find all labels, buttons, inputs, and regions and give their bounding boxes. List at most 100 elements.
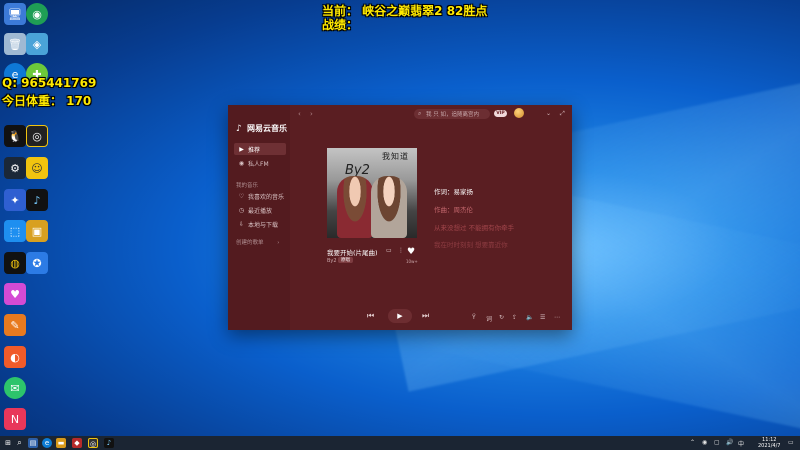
- more-options-icon[interactable]: ⋯: [554, 314, 560, 321]
- record-text: 战绩：: [322, 18, 359, 32]
- app-icon[interactable]: ✪: [26, 252, 48, 274]
- album-photo-figure: [337, 176, 373, 238]
- nav-label: 本地与下载: [248, 221, 279, 229]
- minimize-icon[interactable]: ⌄: [546, 110, 551, 117]
- app-logo: ♪ 网易云音乐: [236, 123, 287, 134]
- vip-badge[interactable]: VIP: [494, 110, 507, 117]
- desktop-icons: 🖥 ◉ 🗑 ◈ e ✚ 🐧 ◎ ⚙ ☺ ✦ ♪ ⬚ ▣ ◍ ✪ ♥ ✎ ◐ ✉ …: [0, 0, 52, 436]
- file-explorer-icon[interactable]: ▬: [56, 438, 66, 448]
- nav-fm[interactable]: ◉ 私人FM: [234, 157, 286, 169]
- my-music-heading: 我的音乐: [236, 183, 259, 189]
- avatar[interactable]: [514, 108, 524, 118]
- clock[interactable]: 11:12 2021/4/7: [758, 437, 780, 449]
- search-icon[interactable]: ⌕: [14, 438, 25, 448]
- nav-download[interactable]: ⇩ 本地与下载: [234, 218, 286, 230]
- app-icon[interactable]: ✎: [4, 314, 26, 336]
- playback-controls: ⏮ ▶ ⏭ Ϋ 词 ↻ ⇪ 🔈 ☰ ⋯: [290, 307, 572, 327]
- qq-number-text: Q: 965441769: [2, 76, 97, 90]
- volume-icon[interactable]: 🔈: [526, 314, 533, 321]
- more-icon[interactable]: ⋮: [398, 247, 404, 254]
- share-icon[interactable]: ⇪: [512, 314, 517, 321]
- album-title: 我知道: [382, 152, 409, 161]
- lyric-line: 从来没想过 不能拥有你牵手: [434, 224, 515, 232]
- repeat-icon[interactable]: ↻: [499, 314, 504, 321]
- nav-recent[interactable]: ◷ 最近播放: [234, 204, 286, 216]
- app-icon[interactable]: ♪: [26, 189, 48, 211]
- nav-label: 推荐: [248, 146, 261, 154]
- app-icon[interactable]: ◆: [72, 438, 82, 448]
- app-icon[interactable]: ◐: [4, 346, 26, 368]
- app-icon[interactable]: ☺: [26, 157, 48, 179]
- app-icon[interactable]: ⬚: [4, 220, 26, 242]
- song-tag: 原唱: [338, 257, 353, 263]
- lyric-line: 作曲：周杰伦: [434, 206, 473, 214]
- chevron-right-icon: ›: [277, 240, 280, 246]
- app-icon[interactable]: ◎: [88, 438, 98, 448]
- volume-icon[interactable]: 🔊: [726, 439, 733, 446]
- playlist-icon[interactable]: ☰: [540, 314, 545, 321]
- search-input[interactable]: ⌕ 我 只 如，追随离宫内: [414, 109, 490, 119]
- like-heart-icon[interactable]: ♥: [407, 247, 415, 257]
- chat-icon[interactable]: ✉: [4, 377, 26, 399]
- search-placeholder: 我 只 如，追随离宫内: [426, 112, 479, 118]
- sidebar: ♪ 网易云音乐 ▶ 推荐 ◉ 私人FM 我的音乐 ♡ 我喜欢的音乐 ◷ 最近播放…: [228, 105, 290, 330]
- clock-icon: ◷: [238, 206, 245, 214]
- app-icon[interactable]: ◍: [4, 252, 26, 274]
- nav-label: 最近播放: [248, 207, 273, 215]
- lyric-line: 作词：易家扬: [434, 188, 473, 196]
- computer-icon[interactable]: 🖥: [4, 3, 26, 25]
- tray-chevron-icon[interactable]: ⌃: [690, 439, 695, 446]
- app-icon[interactable]: ▣: [26, 220, 48, 242]
- fullscreen-icon[interactable]: ⤢: [560, 110, 565, 118]
- main-panel: ‹ › ⌕ 我 只 如，追随离宫内 VIP ⌄ ⤢ 我知道 By2 我要开始(片…: [290, 105, 572, 330]
- app-icon[interactable]: N: [4, 408, 26, 430]
- notification-icon[interactable]: ▭: [788, 439, 794, 446]
- recycle-bin-icon[interactable]: 🗑: [4, 33, 26, 55]
- lyrics-icon[interactable]: 词: [486, 314, 492, 323]
- song-artist[interactable]: By2: [327, 258, 337, 264]
- sound-effect-icon[interactable]: Ϋ: [472, 314, 476, 321]
- created-playlists-heading[interactable]: 创建的歌单 ›: [236, 238, 279, 246]
- weight-text: 今日体重： 170: [2, 94, 92, 108]
- like-count: 10w+: [406, 259, 418, 264]
- app-icon[interactable]: ♥: [4, 283, 26, 305]
- next-button[interactable]: ⏭: [422, 311, 429, 321]
- previous-button[interactable]: ⏮: [367, 311, 374, 321]
- tray-app-icon[interactable]: ◉: [702, 439, 707, 446]
- windows-start-icon[interactable]: ⊞: [3, 438, 13, 448]
- album-cover: 我知道 By2: [327, 148, 417, 238]
- app-logo-text: 网易云音乐: [247, 124, 287, 133]
- task-view-icon[interactable]: ▤: [28, 438, 38, 448]
- network-icon[interactable]: ▢: [714, 439, 720, 446]
- taskbar: ⊞ ⌕ ▤ e ▬ ◆ ◎ ♪ ⌃ ◉ ▢ 🔊 中 11:12 2021/4/7…: [0, 436, 800, 450]
- created-playlists-label: 创建的歌单: [236, 240, 264, 246]
- heart-icon: ♡: [238, 192, 245, 200]
- steam-icon[interactable]: ⚙: [4, 157, 26, 179]
- nav-liked[interactable]: ♡ 我喜欢的音乐: [234, 190, 286, 202]
- input-method-icon[interactable]: 中: [738, 439, 744, 448]
- nav-label: 私人FM: [248, 160, 269, 168]
- song-title: 我要开始(片尾曲): [327, 249, 378, 257]
- app-icon[interactable]: ◎: [26, 125, 48, 147]
- qq-icon[interactable]: 🐧: [4, 125, 26, 147]
- music-player-window: ♪ 网易云音乐 ▶ 推荐 ◉ 私人FM 我的音乐 ♡ 我喜欢的音乐 ◷ 最近播放…: [228, 105, 572, 330]
- app-icon[interactable]: ◉: [26, 3, 48, 25]
- play-button[interactable]: ▶: [388, 309, 412, 323]
- nav-label: 我喜欢的音乐: [248, 193, 285, 201]
- top-bar: ‹ › ⌕ 我 只 如，追随离宫内 VIP ⌄ ⤢: [290, 105, 572, 123]
- nav-recommend[interactable]: ▶ 推荐: [234, 143, 286, 155]
- download-icon: ⇩: [238, 220, 245, 228]
- quality-icon[interactable]: ▭: [386, 247, 392, 254]
- app-icon[interactable]: ◈: [26, 33, 48, 55]
- edge-icon[interactable]: e: [42, 438, 52, 448]
- music-note-icon: ♪: [236, 123, 242, 134]
- forward-arrow-icon[interactable]: ›: [310, 110, 313, 118]
- play-icon: ▶: [239, 145, 244, 153]
- clock-date: 2021/4/7: [758, 443, 781, 449]
- music-app-icon[interactable]: ♪: [104, 438, 114, 448]
- lyric-line: 我在时时刻刻 想要靠近你: [434, 241, 508, 249]
- album-photo-figure: [371, 176, 407, 238]
- radio-icon: ◉: [238, 159, 245, 167]
- app-icon[interactable]: ✦: [4, 189, 26, 211]
- back-arrow-icon[interactable]: ‹: [298, 110, 301, 118]
